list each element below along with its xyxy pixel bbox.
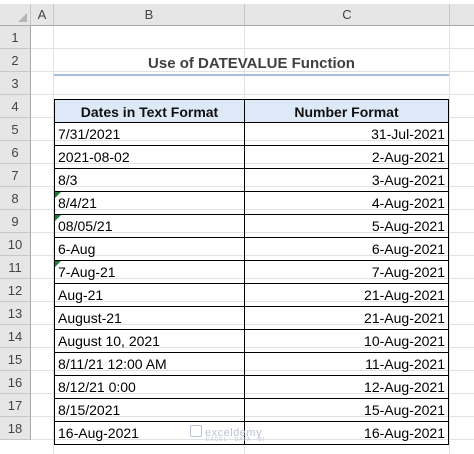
text-date-cell[interactable]: 6-Aug xyxy=(54,238,245,261)
number-format-cell[interactable]: 3-Aug-2021 xyxy=(244,169,449,192)
exceldemy-logo-icon xyxy=(190,425,202,437)
text-date-cell[interactable]: 8/15/2021 xyxy=(54,399,245,422)
text-date-value: 7/31/2021 xyxy=(58,126,121,142)
text-date-cell[interactable]: 2021-08-02 xyxy=(54,146,245,169)
text-date-value: 8/12/21 0:00 xyxy=(58,379,136,395)
row-header-1[interactable]: 1 xyxy=(0,26,31,49)
gridline xyxy=(31,48,474,49)
exceldemy-watermark: exceldemy EXCEL · DATA · BI xyxy=(190,425,265,443)
text-date-value: 8/4/21 xyxy=(58,195,97,211)
column-header-c[interactable]: C xyxy=(245,4,450,26)
text-date-value: 8/15/2021 xyxy=(58,402,121,418)
text-date-cell[interactable]: August-21 xyxy=(54,307,245,330)
text-date-cell[interactable]: 08/05/21 xyxy=(54,215,245,238)
header-number-format[interactable]: Number Format xyxy=(244,99,449,123)
number-format-cell[interactable]: 11-Aug-2021 xyxy=(244,353,449,376)
text-date-value: 2021-08-02 xyxy=(58,149,130,165)
number-format-cell[interactable]: 16-Aug-2021 xyxy=(244,422,449,445)
header-dates-text[interactable]: Dates in Text Format xyxy=(54,99,245,123)
row-header-14[interactable]: 14 xyxy=(0,325,31,348)
text-date-value: 08/05/21 xyxy=(58,218,113,234)
row-header-6[interactable]: 6 xyxy=(0,141,31,164)
number-format-cell[interactable]: 5-Aug-2021 xyxy=(244,215,449,238)
row-header-2[interactable]: 2 xyxy=(0,49,31,72)
number-format-cell[interactable]: 21-Aug-2021 xyxy=(244,284,449,307)
row-header-18[interactable]: 18 xyxy=(0,417,31,440)
text-date-cell[interactable]: 8/11/21 12:00 AM xyxy=(54,353,245,376)
row-header-17[interactable]: 17 xyxy=(0,394,31,417)
row-header-4[interactable]: 4 xyxy=(0,95,31,118)
number-format-cell[interactable]: 2-Aug-2021 xyxy=(244,146,449,169)
row-header-15[interactable]: 15 xyxy=(0,348,31,371)
text-date-value: 8/11/21 12:00 AM xyxy=(58,356,167,372)
row-header-8[interactable]: 8 xyxy=(0,187,31,210)
number-format-cell[interactable]: 21-Aug-2021 xyxy=(244,307,449,330)
text-date-cell[interactable]: 7-Aug-21 xyxy=(54,261,245,284)
row-header-9[interactable]: 9 xyxy=(0,210,31,233)
text-date-value: 6-Aug xyxy=(58,241,96,257)
number-format-cell[interactable]: 7-Aug-2021 xyxy=(244,261,449,284)
text-date-cell[interactable]: 8/12/21 0:00 xyxy=(54,376,245,399)
row-header-10[interactable]: 10 xyxy=(0,233,31,256)
column-header-a[interactable]: A xyxy=(31,4,54,26)
number-format-cell[interactable]: 12-Aug-2021 xyxy=(244,376,449,399)
number-format-cell[interactable]: 4-Aug-2021 xyxy=(244,192,449,215)
number-format-cell[interactable]: 15-Aug-2021 xyxy=(244,399,449,422)
sheet-title[interactable]: Use of DATEVALUE Function xyxy=(54,51,449,76)
row-header-12[interactable]: 12 xyxy=(0,279,31,302)
row-header-11[interactable]: 11 xyxy=(0,256,31,279)
column-header-d[interactable] xyxy=(450,4,474,26)
text-date-value: August 10, 2021 xyxy=(58,333,160,349)
text-date-value: 8/3 xyxy=(58,172,78,188)
text-date-cell[interactable]: 8/4/21 xyxy=(54,192,245,215)
number-format-cell[interactable]: 10-Aug-2021 xyxy=(244,330,449,353)
gridline xyxy=(31,94,474,95)
column-header-b[interactable]: B xyxy=(54,4,245,26)
row-header-3[interactable]: 3 xyxy=(0,72,31,95)
row-header-16[interactable]: 16 xyxy=(0,371,31,394)
error-indicator-icon[interactable] xyxy=(55,192,61,198)
text-date-cell[interactable]: August 10, 2021 xyxy=(54,330,245,353)
select-all-corner[interactable] xyxy=(0,4,31,26)
text-date-value: Aug-21 xyxy=(58,287,104,303)
text-date-cell[interactable]: 8/3 xyxy=(54,169,245,192)
text-date-value: 7-Aug-21 xyxy=(58,264,116,280)
gridline xyxy=(449,26,450,454)
number-format-cell[interactable]: 6-Aug-2021 xyxy=(244,238,449,261)
row-header-5[interactable]: 5 xyxy=(0,118,31,141)
spreadsheet-grid: A B C 1 2 3 4 5 6 7 8 9 10 11 12 13 14 15 16 17 18 Use of… xyxy=(0,0,474,454)
error-indicator-icon[interactable] xyxy=(55,215,61,221)
text-date-cell[interactable]: 7/31/2021 xyxy=(54,123,245,146)
error-indicator-icon[interactable] xyxy=(55,261,61,267)
row-header-13[interactable]: 13 xyxy=(0,302,31,325)
text-date-value: August-21 xyxy=(58,310,122,326)
text-date-value: 16-Aug-2021 xyxy=(58,425,139,441)
text-date-cell[interactable]: Aug-21 xyxy=(54,284,245,307)
row-header-7[interactable]: 7 xyxy=(0,164,31,187)
number-format-cell[interactable]: 31-Jul-2021 xyxy=(244,123,449,146)
